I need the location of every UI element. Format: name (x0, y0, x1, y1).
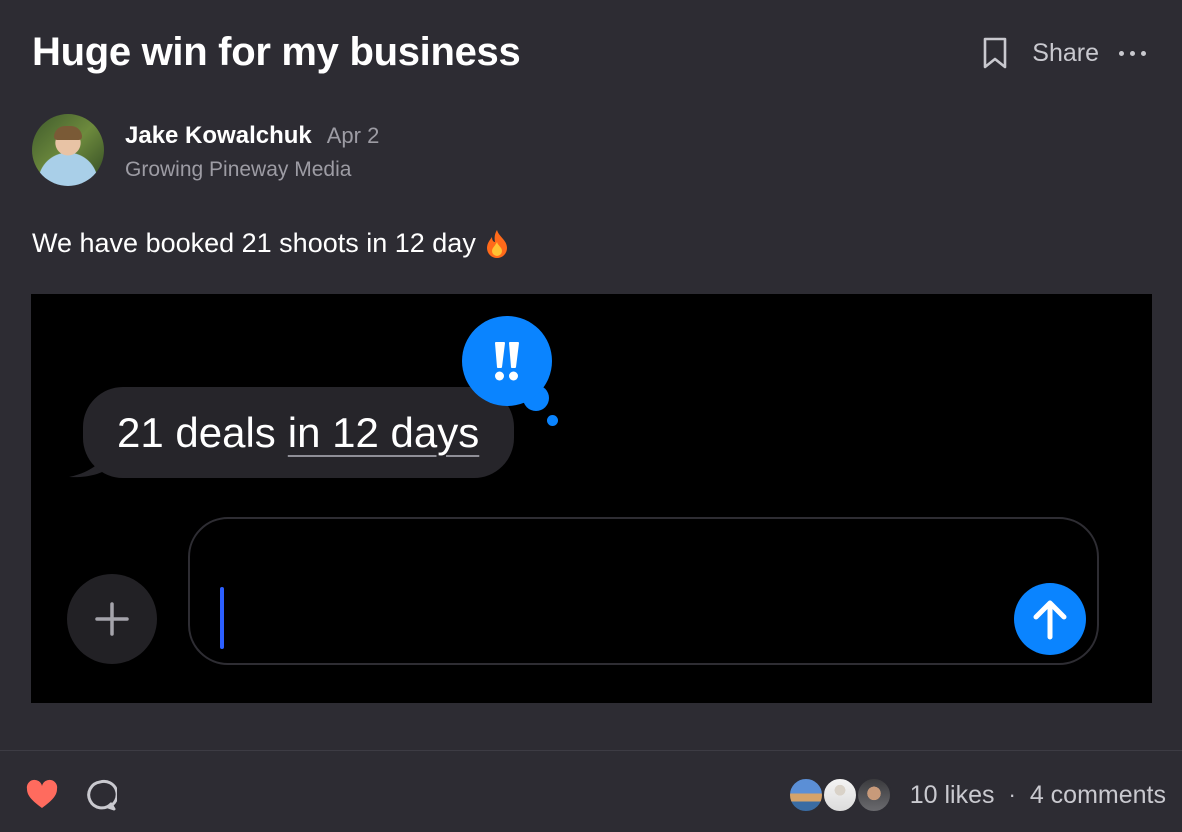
post-image[interactable]: 21 deals in 12 days (31, 294, 1152, 703)
author-subtitle: Growing Pineway Media (125, 158, 352, 181)
post-body: We have booked 21 shoots in 12 day (32, 228, 510, 259)
post-date: Apr 2 (326, 123, 380, 148)
message-bubble: 21 deals in 12 days (83, 387, 514, 478)
likers-avatars[interactable] (787, 777, 892, 813)
tapback-tail-dot (547, 415, 558, 426)
avatar (821, 777, 858, 813)
post-footer: 10 likes · 4 comments (0, 770, 1182, 820)
message-link: in 12 days (287, 408, 480, 456)
author-name[interactable]: Jake Kowalchuk (125, 122, 312, 150)
plus-icon[interactable] (67, 574, 157, 664)
message-input[interactable] (188, 517, 1099, 665)
post-title: Huge win for my business (32, 30, 521, 74)
post-stats: 10 likes · 4 comments (787, 776, 1166, 814)
divider (0, 750, 1182, 751)
avatar[interactable] (32, 114, 104, 186)
more-icon[interactable] (1119, 34, 1146, 72)
comment-icon[interactable] (83, 778, 119, 812)
post-actions: Share (980, 34, 1146, 72)
message-text: 21 deals (117, 408, 276, 456)
fire-icon (484, 229, 510, 259)
heart-icon[interactable] (25, 778, 59, 812)
avatar (855, 777, 892, 813)
exclamation-icon (462, 316, 552, 406)
bookmark-icon[interactable] (980, 34, 1010, 72)
post-body-text: We have booked 21 shoots in 12 day (32, 228, 476, 258)
stats-separator: · (1008, 782, 1016, 807)
post-card: Huge win for my business Share Jake Kowa… (0, 0, 1182, 832)
comments-count[interactable]: 4 comments (1030, 781, 1166, 810)
avatar (787, 777, 824, 813)
likes-count[interactable]: 10 likes (910, 781, 995, 810)
author-meta: Jake Kowalchuk Apr 2 Growing Pineway Med… (125, 122, 379, 186)
text-caret (220, 587, 224, 649)
arrow-up-icon[interactable] (1014, 583, 1086, 655)
share-button[interactable]: Share (1032, 39, 1099, 68)
author-block: Jake Kowalchuk Apr 2 Growing Pineway Med… (32, 114, 379, 186)
